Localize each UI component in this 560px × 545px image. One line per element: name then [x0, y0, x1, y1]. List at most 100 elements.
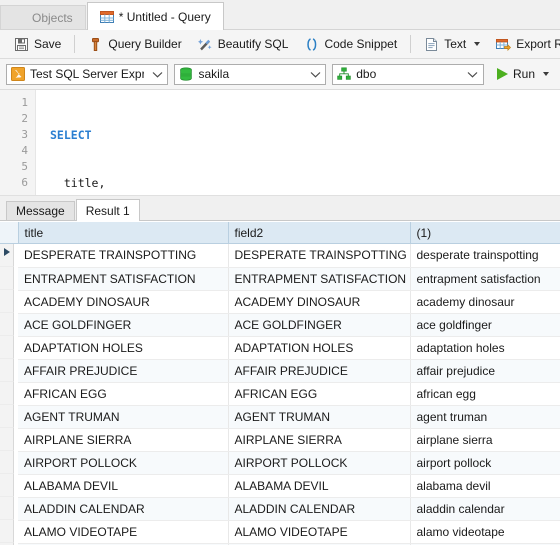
table-row[interactable]: ENTRAPMENT SATISFACTION ENTRAPMENT SATISF…	[0, 267, 560, 291]
table-cell[interactable]: agent truman	[410, 405, 560, 429]
row-indicator[interactable]	[0, 359, 15, 382]
sql-editor[interactable]: 1 2 3 4 5 6 SELECT title, UPPER ( title …	[0, 90, 560, 196]
row-indicator[interactable]	[0, 497, 15, 520]
table-cell[interactable]: AFRICAN EGG	[18, 382, 229, 406]
row-indicator[interactable]	[0, 451, 15, 474]
table-cell[interactable]: ADAPTATION HOLES	[18, 336, 229, 360]
table-row[interactable]: AIRPLANE SIERRA AIRPLANE SIERRA airplane s…	[0, 428, 560, 452]
column-header-title[interactable]: title	[18, 222, 229, 244]
table-cell[interactable]: ACE GOLDFINGER	[228, 313, 411, 337]
table-cell[interactable]: ACADEMY DINOSAUR	[18, 290, 229, 314]
table-cell[interactable]: ALABAMA DEVIL	[228, 474, 411, 498]
table-cell[interactable]: ENTRAPMENT SATISFACTION	[18, 267, 229, 291]
database-icon	[179, 67, 193, 81]
line-number: 6	[21, 176, 28, 189]
table-cell[interactable]: AGENT TRUMAN	[18, 405, 229, 429]
save-button[interactable]: Save	[6, 31, 69, 57]
table-cell[interactable]: entrapment satisfaction	[410, 267, 560, 291]
table-cell[interactable]: ace goldfinger	[410, 313, 560, 337]
table-row[interactable]: ALADDIN CALENDAR ALADDIN CALENDAR aladdin …	[0, 497, 560, 521]
table-cell[interactable]: ALAMO VIDEOTAPE	[228, 520, 411, 544]
column-header-expr[interactable]: (1)	[410, 222, 560, 244]
table-cell[interactable]: ALADDIN CALENDAR	[228, 497, 411, 521]
table-cell[interactable]: ALAMO VIDEOTAPE	[18, 520, 229, 544]
sql-query-window: Objects * Untitled - Query Save Query Bu…	[0, 0, 560, 545]
chevron-down-icon[interactable]	[149, 65, 165, 84]
chevron-down-icon[interactable]	[465, 65, 481, 84]
row-indicator-current[interactable]	[0, 244, 15, 267]
table-row[interactable]: ALAMO VIDEOTAPE ALAMO VIDEOTAPE alamo vide…	[0, 520, 560, 544]
table-row[interactable]: ADAPTATION HOLES ADAPTATION HOLES adaptati…	[0, 336, 560, 360]
table-cell[interactable]: airport pollock	[410, 451, 560, 475]
table-row[interactable]: DESPERATE TRAINSPOTTING DESPERATE TRAINSP…	[0, 243, 560, 268]
tab-objects[interactable]: Objects	[0, 5, 86, 29]
tab-untitled-query[interactable]: * Untitled - Query	[86, 2, 224, 30]
table-cell[interactable]: DESPERATE TRAINSPOTTING	[228, 243, 411, 268]
row-indicator[interactable]	[0, 290, 15, 313]
row-indicator[interactable]	[0, 474, 15, 497]
table-row[interactable]: AGENT TRUMAN AGENT TRUMAN agent truman	[0, 405, 560, 429]
schema-select[interactable]: dbo	[332, 63, 484, 85]
table-cell[interactable]: ALADDIN CALENDAR	[18, 497, 229, 521]
table-cell[interactable]: affair prejudice	[410, 359, 560, 383]
table-row[interactable]: AIRPORT POLLOCK AIRPORT POLLOCK airport po…	[0, 451, 560, 475]
row-indicator[interactable]	[0, 382, 15, 405]
table-cell[interactable]: adaptation holes	[410, 336, 560, 360]
row-indicator[interactable]	[0, 428, 15, 451]
row-indicator[interactable]	[0, 336, 15, 359]
chevron-down-icon[interactable]	[307, 65, 323, 84]
table-cell[interactable]: african egg	[410, 382, 560, 406]
table-row[interactable]: ACE GOLDFINGER ACE GOLDFINGER ace goldfing…	[0, 313, 560, 337]
column-header-field2[interactable]: field2	[228, 222, 411, 244]
table-row[interactable]: ACADEMY DINOSAUR ACADEMY DINOSAUR academy …	[0, 290, 560, 314]
chevron-down-icon[interactable]	[474, 42, 481, 46]
table-cell[interactable]: DESPERATE TRAINSPOTTING	[18, 243, 229, 268]
tab-message[interactable]: Message	[6, 201, 75, 220]
run-button[interactable]: Run	[492, 62, 554, 86]
query-builder-button[interactable]: Query Builder	[80, 31, 189, 57]
table-cell[interactable]: ENTRAPMENT SATISFACTION	[228, 267, 411, 291]
code-snippet-button[interactable]: Code Snippet	[296, 31, 405, 57]
table-cell[interactable]: AIRPORT POLLOCK	[18, 451, 229, 475]
table-cell[interactable]: alamo videotape	[410, 520, 560, 544]
table-cell[interactable]: AFFAIR PREJUDICE	[228, 359, 411, 383]
database-select[interactable]: sakila	[174, 63, 327, 85]
table-cell[interactable]: desperate trainspotting	[410, 243, 560, 268]
table-cell[interactable]: AGENT TRUMAN	[228, 405, 411, 429]
beautify-sql-label: Beautify SQL	[217, 37, 289, 51]
table-cell[interactable]: AFFAIR PREJUDICE	[18, 359, 229, 383]
row-indicator[interactable]	[0, 405, 15, 428]
chevron-down-icon[interactable]	[543, 72, 549, 76]
table-cell[interactable]: aladdin calendar	[410, 497, 560, 521]
beautify-sql-button[interactable]: Beautify SQL	[190, 31, 297, 57]
table-cell[interactable]: alabama devil	[410, 474, 560, 498]
table-cell[interactable]: ACE GOLDFINGER	[18, 313, 229, 337]
table-row[interactable]: ALABAMA DEVIL ALABAMA DEVIL alabama devil	[0, 474, 560, 498]
sql-code-area[interactable]: SELECT title, UPPER ( title ), LOWER ( t…	[36, 90, 560, 195]
table-row[interactable]: AFRICAN EGG AFRICAN EGG african egg	[0, 382, 560, 406]
row-indicator[interactable]	[0, 267, 15, 290]
window-tab-strip: Objects * Untitled - Query	[0, 0, 560, 30]
schema-select-value: dbo	[356, 67, 377, 81]
export-result-button[interactable]: Export Result	[488, 31, 560, 57]
table-cell[interactable]: ADAPTATION HOLES	[228, 336, 411, 360]
code-line: SELECT	[50, 127, 560, 143]
hammer-icon	[88, 37, 103, 52]
table-row[interactable]: AFFAIR PREJUDICE AFFAIR PREJUDICE affair p…	[0, 359, 560, 383]
row-indicator[interactable]	[0, 313, 15, 336]
table-cell[interactable]: AFRICAN EGG	[228, 382, 411, 406]
server-select[interactable]: Test SQL Server Expres	[6, 63, 169, 85]
table-cell[interactable]: ACADEMY DINOSAUR	[228, 290, 411, 314]
result-grid-container[interactable]: title field2 (1) DESPERATE TRAINSPOTTING…	[0, 221, 560, 545]
table-cell[interactable]: academy dinosaur	[410, 290, 560, 314]
toolbar-separator-1	[74, 35, 76, 53]
table-cell[interactable]: airplane sierra	[410, 428, 560, 452]
text-format-button[interactable]: Text	[416, 31, 488, 57]
table-cell[interactable]: AIRPLANE SIERRA	[18, 428, 229, 452]
row-indicator[interactable]	[0, 520, 15, 543]
table-cell[interactable]: AIRPORT POLLOCK	[228, 451, 411, 475]
line-number: 3	[21, 128, 28, 141]
table-cell[interactable]: ALABAMA DEVIL	[18, 474, 229, 498]
tab-result-1[interactable]: Result 1	[75, 199, 140, 221]
table-cell[interactable]: AIRPLANE SIERRA	[228, 428, 411, 452]
